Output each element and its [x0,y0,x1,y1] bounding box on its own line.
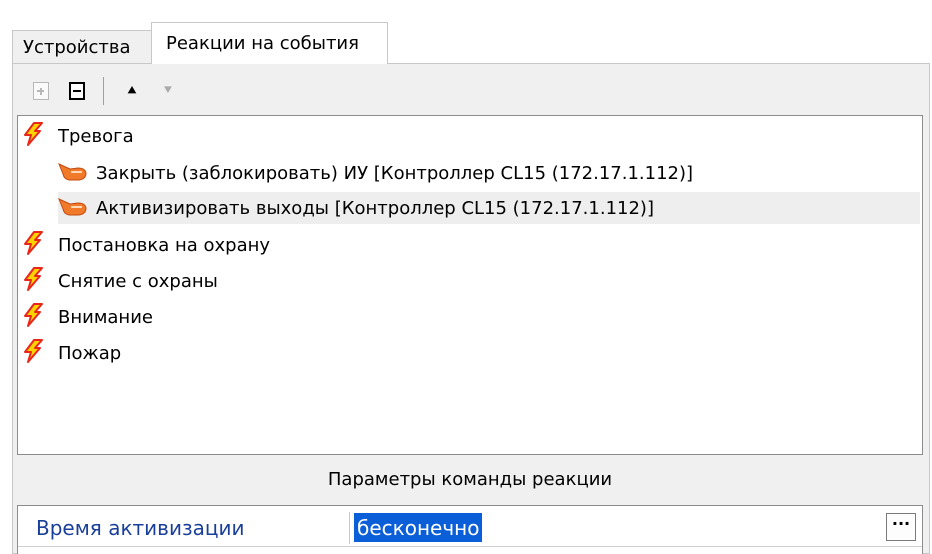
remove-reaction-button[interactable] [61,75,93,107]
ellipsis-button[interactable]: ··· [886,513,916,541]
param-value-activation-time[interactable]: бесконечно [354,513,483,542]
move-down-icon: ⯆ [162,83,174,99]
tree-event-label: Снятие с охраны [58,270,218,292]
tree-reaction-item[interactable]: Активизировать выходы [Контроллер CL15 (… [58,190,920,226]
tree-event-label: Постановка на охрану [58,234,271,256]
event-reactions-tree[interactable]: Тревога Закрыть (заблокировать) ИУ [Конт… [17,115,923,455]
tab-devices[interactable]: Устройства [12,30,152,64]
tree-event-item[interactable]: Постановка на охрану [22,227,270,263]
toolbar: ⯅ ⯆ [17,67,923,115]
tree-reaction-label: Закрыть (заблокировать) ИУ [Контроллер C… [96,162,694,184]
tab-event-reactions[interactable]: Реакции на события [151,22,388,64]
add-reaction-button[interactable] [25,75,57,107]
tree-reaction-label: Активизировать выходы [Контроллер CL15 (… [96,197,654,219]
move-up-button[interactable]: ⯅ [116,75,148,107]
grid-line [18,546,922,547]
param-name-activation-time[interactable]: Время активизации [18,512,350,544]
lightning-icon [22,302,44,332]
add-box-icon [33,82,49,100]
tree-reaction-item[interactable]: Закрыть (заблокировать) ИУ [Контроллер C… [58,155,693,191]
hand-pointer-icon [58,195,88,222]
lightning-icon [22,230,44,260]
tree-event-label: Пожар [58,342,122,364]
tab-devices-label: Устройства [23,37,131,58]
tab-event-reactions-label: Реакции на события [166,33,359,54]
hand-pointer-icon [58,160,88,187]
remove-box-icon [69,82,85,100]
lightning-icon [22,266,44,296]
lightning-icon [22,338,44,368]
toolbar-separator [103,77,104,105]
tree-event-item[interactable]: Снятие с охраны [22,263,218,299]
params-grid: Время активизации бесконечно ··· [17,505,923,554]
move-down-button[interactable]: ⯆ [152,75,184,107]
lightning-icon [22,121,44,151]
tree-event-label: Внимание [58,306,153,328]
tree-event-item[interactable]: Тревога [22,118,134,154]
params-caption: Параметры команды реакции [327,468,613,490]
move-up-icon: ⯅ [126,83,138,99]
tree-event-label: Тревога [58,125,134,147]
tree-event-item[interactable]: Пожар [22,335,121,371]
tree-event-item[interactable]: Внимание [22,299,153,335]
